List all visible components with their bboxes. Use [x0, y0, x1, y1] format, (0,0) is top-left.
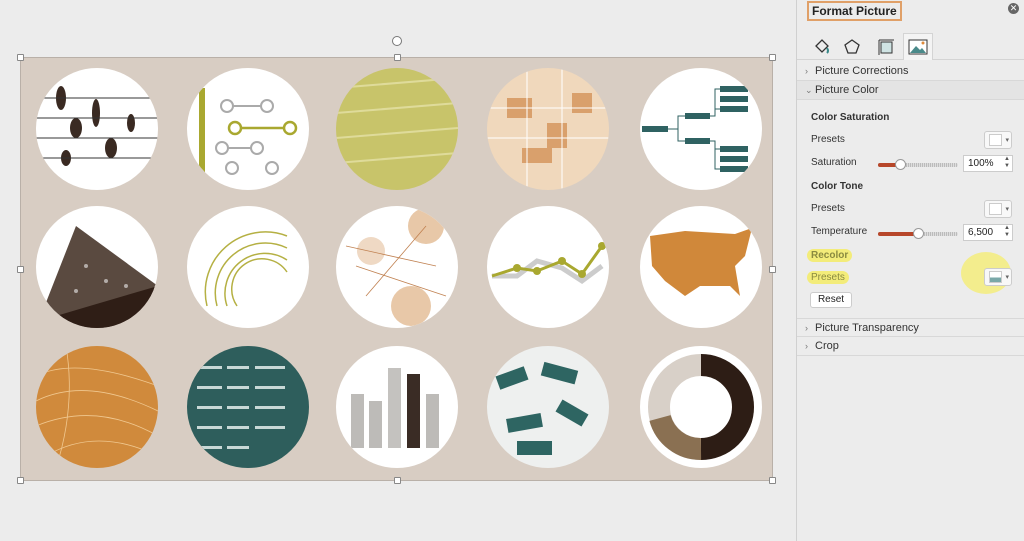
- recolor-heading: Recolor: [807, 249, 853, 262]
- image-circle-9: [487, 206, 609, 328]
- section-picture-corrections[interactable]: › Picture Corrections: [797, 62, 1024, 81]
- tab-effects[interactable]: [837, 33, 867, 60]
- recolor-presets-label: Presets: [807, 271, 849, 284]
- resize-handle-s[interactable]: [394, 477, 401, 484]
- image-circle-8: [336, 206, 458, 328]
- picture-icon: [908, 39, 928, 55]
- section-picture-transparency[interactable]: › Picture Transparency: [797, 318, 1024, 337]
- image-circle-6: [36, 206, 158, 328]
- tab-size-properties[interactable]: [871, 33, 901, 60]
- resize-handle-w[interactable]: [17, 266, 24, 273]
- recolor-presets-dropdown[interactable]: ▾: [984, 268, 1012, 286]
- temperature-label: Temperature: [811, 226, 868, 237]
- tab-picture[interactable]: [903, 33, 933, 60]
- image-circle-2: [187, 68, 309, 190]
- color-tone-heading: Color Tone: [811, 181, 864, 192]
- saturation-presets-label: Presets: [811, 134, 845, 145]
- resize-handle-n[interactable]: [394, 54, 401, 61]
- image-circle-14: [487, 346, 609, 468]
- pane-tabs: [797, 30, 1024, 60]
- image-circle-4: [487, 68, 609, 190]
- reset-button[interactable]: Reset: [810, 292, 852, 308]
- tone-presets-dropdown[interactable]: ▾: [984, 200, 1012, 218]
- selected-picture[interactable]: [17, 54, 776, 484]
- saturation-presets-dropdown[interactable]: ▾: [984, 131, 1012, 149]
- resize-handle-sw[interactable]: [17, 477, 24, 484]
- chevron-right-icon: ›: [805, 323, 808, 333]
- image-circle-15: [640, 346, 762, 468]
- chevron-right-icon: ›: [805, 341, 808, 351]
- chevron-right-icon: ›: [805, 66, 808, 76]
- image-circle-12: [187, 346, 309, 468]
- close-icon[interactable]: ✕: [1008, 3, 1019, 14]
- saturation-slider[interactable]: [878, 159, 958, 170]
- effects-pentagon-icon: [844, 38, 860, 54]
- color-saturation-heading: Color Saturation: [811, 112, 890, 123]
- image-circle-5: [640, 68, 762, 190]
- section-picture-color[interactable]: ⌄ Picture Color: [797, 81, 1024, 100]
- image-circle-3: [336, 68, 458, 190]
- fill-line-icon: [815, 38, 829, 54]
- temperature-input[interactable]: 6,500 ▲ ▼: [963, 224, 1013, 241]
- slide-canvas: [0, 0, 796, 541]
- rotate-handle[interactable]: [392, 36, 402, 46]
- resize-handle-ne[interactable]: [769, 54, 776, 61]
- resize-handle-e[interactable]: [769, 266, 776, 273]
- stepper-arrows-icon[interactable]: ▲ ▼: [1004, 156, 1010, 170]
- resize-handle-nw[interactable]: [17, 54, 24, 61]
- pane-title: Format Picture: [807, 1, 902, 21]
- temperature-slider[interactable]: [878, 228, 958, 239]
- image-circle-1: [36, 68, 158, 190]
- image-circle-13: [336, 346, 458, 468]
- format-picture-pane: Format Picture ✕ › Picture Corrections ⌄ P…: [796, 0, 1024, 541]
- chevron-down-icon: ⌄: [805, 85, 813, 95]
- image-circle-10: [640, 206, 762, 328]
- resize-handle-se[interactable]: [769, 477, 776, 484]
- section-crop[interactable]: › Crop: [797, 337, 1024, 356]
- tab-fill-line[interactable]: [807, 33, 837, 60]
- image-circle-7: [187, 206, 309, 328]
- stepper-arrows-icon[interactable]: ▲ ▼: [1004, 225, 1010, 239]
- saturation-input[interactable]: 100% ▲ ▼: [963, 155, 1013, 172]
- image-circle-11: [36, 346, 158, 468]
- saturation-label: Saturation: [811, 157, 857, 168]
- size-properties-icon: [878, 39, 894, 55]
- tone-presets-label: Presets: [811, 203, 845, 214]
